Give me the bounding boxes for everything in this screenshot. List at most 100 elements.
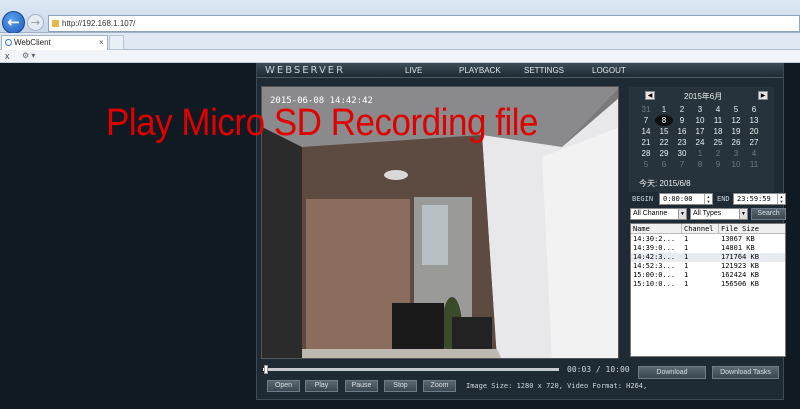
calendar-today[interactable]: 今天: 2015/6/8 [639, 178, 691, 189]
calendar-day[interactable]: 10 [691, 115, 709, 126]
ie-icon [5, 39, 12, 46]
zoom-button[interactable]: Zoom [423, 380, 456, 392]
type-select-value: All Types [693, 210, 722, 217]
calendar-day[interactable]: 16 [673, 126, 691, 137]
calendar-day-selected[interactable]: 8 [655, 115, 673, 126]
calendar-day[interactable]: 11 [709, 115, 727, 126]
calendar-day[interactable]: 26 [727, 137, 745, 148]
calendar-day[interactable]: 31 [637, 104, 655, 115]
file-name: 14:42:3... [633, 253, 676, 261]
pause-button[interactable]: Pause [345, 380, 378, 392]
calendar-day[interactable]: 25 [709, 137, 727, 148]
file-list-row[interactable]: 15:00:0... 1 162424 KB [631, 271, 785, 280]
open-button[interactable]: Open [267, 380, 300, 392]
calendar-next-button[interactable]: ▶ [758, 91, 768, 100]
calendar-day[interactable]: 30 [673, 148, 691, 159]
play-button[interactable]: Play [305, 380, 338, 392]
calendar-day[interactable]: 4 [709, 104, 727, 115]
calendar-day[interactable]: 17 [691, 126, 709, 137]
progress-handle[interactable] [264, 365, 269, 374]
calendar-day[interactable]: 14 [637, 126, 655, 137]
calendar-day[interactable]: 6 [655, 159, 673, 170]
calendar-day[interactable]: 2 [673, 104, 691, 115]
file-size: 13067 KB [721, 235, 755, 243]
header-channel[interactable]: Channel [682, 224, 719, 234]
file-list-row[interactable]: 15:10:0... 1 156506 KB [631, 280, 785, 289]
begin-time-value: 0:00:00 [663, 195, 693, 203]
calendar-day[interactable]: 12 [727, 115, 745, 126]
close-icon[interactable]: x [5, 50, 10, 62]
search-button[interactable]: Search [751, 208, 786, 220]
calendar-day[interactable]: 1 [691, 148, 709, 159]
calendar-day[interactable]: 5 [637, 159, 655, 170]
calendar-day[interactable]: 18 [709, 126, 727, 137]
begin-time-input[interactable]: 0:00:00 ▲ ▼ [659, 193, 713, 205]
file-size: 171764 KB [721, 253, 759, 261]
file-list-row[interactable]: 14:52:3... 1 121923 KB [631, 262, 785, 271]
forward-button[interactable]: → [27, 14, 44, 31]
tools-icon[interactable]: ⚙ ▾ [22, 50, 35, 62]
file-list-row[interactable]: 14:42:3... 1 171764 KB [631, 253, 785, 262]
nav-logout[interactable]: LOGOUT [592, 66, 626, 75]
calendar-day[interactable]: 19 [727, 126, 745, 137]
calendar-day[interactable]: 23 [673, 137, 691, 148]
header-file-size[interactable]: File Size [719, 224, 785, 234]
calendar-day[interactable]: 7 [673, 159, 691, 170]
calendar-day[interactable]: 3 [727, 148, 745, 159]
calendar-day[interactable]: 6 [745, 104, 763, 115]
calendar-day[interactable]: 20 [745, 126, 763, 137]
calendar-day[interactable]: 8 [691, 159, 709, 170]
calendar-day[interactable]: 7 [637, 115, 655, 126]
new-tab-button[interactable] [109, 35, 124, 50]
calendar-day[interactable]: 15 [655, 126, 673, 137]
file-name: 15:00:0... [633, 271, 676, 279]
nav-live[interactable]: LIVE [405, 66, 422, 75]
nav-settings[interactable]: SETTINGS [524, 66, 564, 75]
end-spinner[interactable]: ▲ ▼ [777, 194, 785, 204]
chevron-down-icon: ▼ [678, 209, 686, 219]
file-size: 156506 KB [721, 280, 759, 288]
file-name: 14:30:2... [633, 235, 676, 243]
calendar-day[interactable]: 5 [727, 104, 745, 115]
calendar-day[interactable]: 9 [709, 159, 727, 170]
back-button[interactable]: ← [2, 11, 25, 34]
recording-file-list[interactable]: Name Channel File Size 14:30:2... 1 13067 … [630, 223, 786, 357]
browser-tab[interactable]: WebClient × [1, 35, 108, 50]
calendar-day[interactable]: 24 [691, 137, 709, 148]
calendar-day[interactable]: 29 [655, 148, 673, 159]
calendar-day[interactable]: 2 [709, 148, 727, 159]
nav-playback[interactable]: PLAYBACK [459, 66, 501, 75]
calendar-day[interactable]: 4 [745, 148, 763, 159]
end-time-value: 23:59:59 [737, 195, 771, 203]
calendar-day[interactable]: 3 [691, 104, 709, 115]
begin-spinner[interactable]: ▲ ▼ [704, 194, 712, 204]
file-channel: 1 [684, 271, 689, 279]
address-bar[interactable]: http://192.168.1.107/ [48, 15, 800, 32]
file-list-row[interactable]: 14:39:0... 1 14801 KB [631, 244, 785, 253]
playback-progress[interactable] [263, 365, 559, 374]
channel-select[interactable]: All Channe ▼ [630, 208, 687, 220]
file-channel: 1 [684, 235, 689, 243]
calendar-day[interactable]: 22 [655, 137, 673, 148]
file-list-row[interactable]: 14:30:2... 1 13067 KB [631, 235, 785, 244]
calendar-day[interactable]: 13 [745, 115, 763, 126]
type-select[interactable]: All Types ▼ [690, 208, 748, 220]
file-channel: 1 [684, 244, 689, 252]
download-button[interactable]: Download [638, 366, 706, 379]
calendar-day[interactable]: 1 [655, 104, 673, 115]
calendar-day[interactable]: 9 [673, 115, 691, 126]
calendar-day[interactable]: 11 [745, 159, 763, 170]
end-time-input[interactable]: 23:59:59 ▲ ▼ [733, 193, 786, 205]
time-readout: 00:03 / 10:00 [567, 365, 630, 374]
download-tasks-button[interactable]: Download Tasks [712, 366, 779, 379]
calendar-day[interactable]: 28 [637, 148, 655, 159]
calendar-day[interactable]: 21 [637, 137, 655, 148]
header-name[interactable]: Name [631, 224, 682, 234]
stop-button[interactable]: Stop [384, 380, 417, 392]
calendar-day[interactable]: 27 [745, 137, 763, 148]
tab-close-icon[interactable]: × [99, 36, 104, 49]
file-list-header: Name Channel File Size [631, 224, 785, 234]
calendar-prev-button[interactable]: ◀ [645, 91, 655, 100]
command-bar: x ⚙ ▾ [0, 50, 800, 63]
calendar-day[interactable]: 10 [727, 159, 745, 170]
